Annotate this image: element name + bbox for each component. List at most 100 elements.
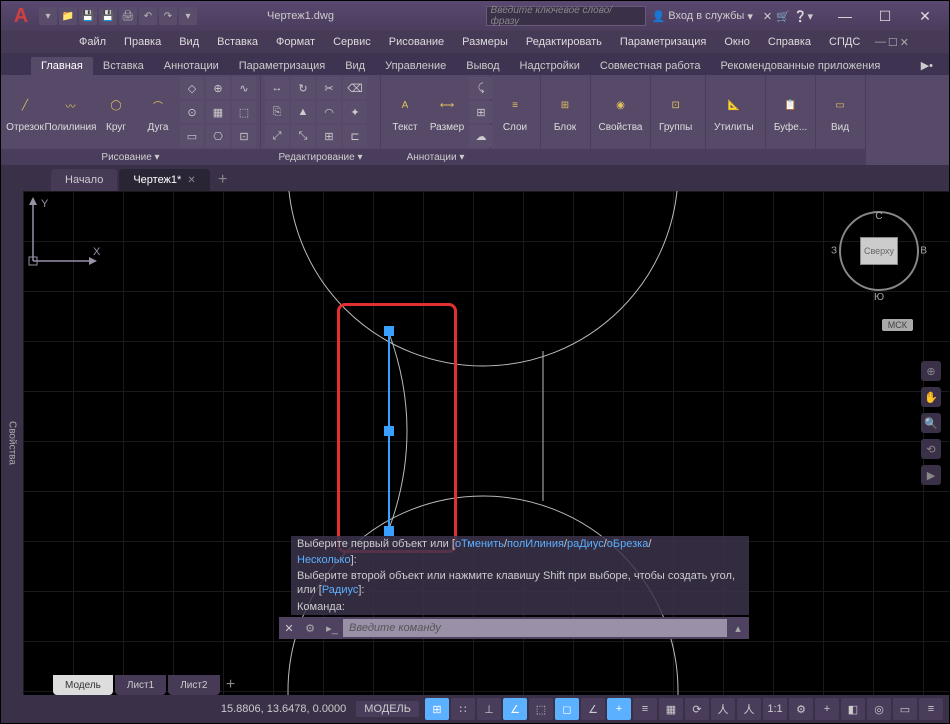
layout-tab-sheet1[interactable]: Лист1 [115,675,166,695]
tab-close-icon[interactable]: ✕ [187,175,195,186]
menu-parametric[interactable]: Параметризация [612,34,714,50]
qat-print-icon[interactable]: 🖨 [119,7,137,25]
status-ortho-icon[interactable]: ⊥ [477,698,501,720]
edit-offset[interactable]: ⊏ [343,125,367,147]
menu-insert[interactable]: Вставка [209,34,266,50]
menu-file[interactable]: Файл [71,34,114,50]
edit-array[interactable]: ⊞ [317,125,341,147]
qat-redo-icon[interactable]: ↷ [159,7,177,25]
rtab-parametric[interactable]: Параметризация [229,57,335,75]
layout-tab-model[interactable]: Модель [53,675,113,695]
layers-button[interactable]: ≡Слои [495,90,535,135]
status-iso-icon[interactable]: ⬚ [529,698,553,720]
panel-title-draw[interactable]: Рисование ▾ [1,149,260,165]
doc-restore-icon[interactable]: ☐ [888,36,898,49]
menu-help[interactable]: Справка [760,34,819,50]
rtab-view[interactable]: Вид [335,57,375,75]
anno-table[interactable]: ⊞ [469,101,493,123]
arc-button[interactable]: ⌒Дуга [138,90,178,135]
draw-small-1[interactable]: ◇ [180,77,204,99]
menu-spds[interactable]: СПДС [821,34,868,50]
draw-small-7[interactable]: ▭ [180,125,204,147]
menu-modify[interactable]: Редактировать [518,34,610,50]
maximize-button[interactable]: ☐ [865,1,905,31]
status-annomon-icon[interactable]: 人 [711,698,735,720]
panel-title-edit[interactable]: Редактирование ▾ [261,149,380,165]
edit-copy[interactable]: ⎘ [265,101,289,123]
menu-draw[interactable]: Рисование [381,34,452,50]
help-icon[interactable]: ❔▾ [794,10,813,23]
rtab-output[interactable]: Вывод [456,57,509,75]
rtab-home[interactable]: Главная [31,57,93,75]
qat-saveas-icon[interactable]: 💾 [99,7,117,25]
qat-open-icon[interactable]: 📁 [59,7,77,25]
exchange-icon[interactable]: ✕ [763,10,772,23]
status-lock-icon[interactable]: + [815,698,839,720]
rtab-collab[interactable]: Совместная работа [590,57,711,75]
status-otrack-icon[interactable]: ∠ [581,698,605,720]
status-annoscale[interactable]: 1:1 [763,698,787,720]
drawing-canvas[interactable]: Сверху С Ю В З МСК ⊕ ✋ 🔍 ⟲ ▶ Выберите пе… [23,191,949,695]
close-button[interactable]: ✕ [905,1,945,31]
app-logo[interactable]: A [7,5,35,27]
tab-drawing1[interactable]: Чертеж1*✕ [119,169,209,191]
status-cycle-icon[interactable]: ⟳ [685,698,709,720]
draw-small-9[interactable]: ⊡ [232,125,256,147]
utilities-button[interactable]: 📐Утилиты [710,90,758,135]
block-button[interactable]: ⊞Блок [545,90,585,135]
edit-trim[interactable]: ✂ [317,77,341,99]
qat-undo-icon[interactable]: ↶ [139,7,157,25]
view-button[interactable]: ▭Вид [820,90,860,135]
layout-tab-add[interactable]: + [222,675,240,695]
edit-move[interactable]: ↔ [265,77,289,99]
draw-small-8[interactable]: ⎔ [206,125,230,147]
tab-start[interactable]: Начало [51,169,117,191]
anno-cloud[interactable]: ☁ [469,125,493,147]
properties-button[interactable]: ◉Свойства [595,90,646,135]
draw-small-5[interactable]: ▦ [206,101,230,123]
status-space-toggle[interactable]: МОДЕЛЬ [356,701,419,717]
rtab-manage[interactable]: Управление [375,57,456,75]
status-osnap-icon[interactable]: ◻ [555,698,579,720]
edit-rotate[interactable]: ↻ [291,77,315,99]
search-input[interactable]: Введите ключевое слово/фразу [486,6,646,26]
status-workspace-icon[interactable]: ⚙ [789,698,813,720]
clipboard-button[interactable]: 📋Буфе... [770,90,811,135]
edit-scale[interactable]: ⤡ [291,125,315,147]
signin-button[interactable]: 👤 Вход в службы ▾ [652,10,753,23]
status-lwt-icon[interactable]: ≡ [633,698,657,720]
app-store-icon[interactable]: 🛒 [776,10,790,23]
ribbon-search-icon[interactable]: ▶• [915,56,939,75]
panel-title-anno[interactable]: Аннотации ▾ [381,149,490,165]
line-button[interactable]: ╱Отрезок [5,90,45,135]
menu-edit[interactable]: Правка [116,34,169,50]
edit-erase[interactable]: ⌫ [343,77,367,99]
anno-leader[interactable]: ⤹ [469,77,493,99]
menu-dimensions[interactable]: Размеры [454,34,516,50]
edit-stretch[interactable]: ⤢ [265,125,289,147]
status-annoauto-icon[interactable]: 人 [737,698,761,720]
qat-more-icon[interactable]: ▾ [179,7,197,25]
edit-fillet[interactable]: ◠ [317,101,341,123]
groups-button[interactable]: ⊡Группы [655,90,696,135]
draw-small-2[interactable]: ⊕ [206,77,230,99]
tab-add-button[interactable]: + [212,169,234,191]
qat-save-icon[interactable]: 💾 [79,7,97,25]
status-snap-icon[interactable]: ∷ [451,698,475,720]
text-button[interactable]: AТекст [385,90,425,135]
status-transp-icon[interactable]: ▦ [659,698,683,720]
rtab-featured[interactable]: Рекомендованные приложения [711,57,891,75]
menu-service[interactable]: Сервис [325,34,379,50]
polyline-button[interactable]: 〰Полилиния [47,90,94,135]
rtab-insert[interactable]: Вставка [93,57,154,75]
menu-window[interactable]: Окно [716,34,758,50]
properties-palette-tab[interactable]: Свойства [1,191,23,695]
circle-button[interactable]: ◯Круг [96,90,136,135]
edit-explode[interactable]: ✦ [343,101,367,123]
status-hwacc-icon[interactable]: ◧ [841,698,865,720]
doc-close-icon[interactable]: ✕ [900,36,909,49]
edit-mirror[interactable]: ▲ [291,101,315,123]
doc-minimize-icon[interactable]: — [875,36,886,49]
status-isolate-icon[interactable]: ◎ [867,698,891,720]
minimize-button[interactable]: — [825,1,865,31]
